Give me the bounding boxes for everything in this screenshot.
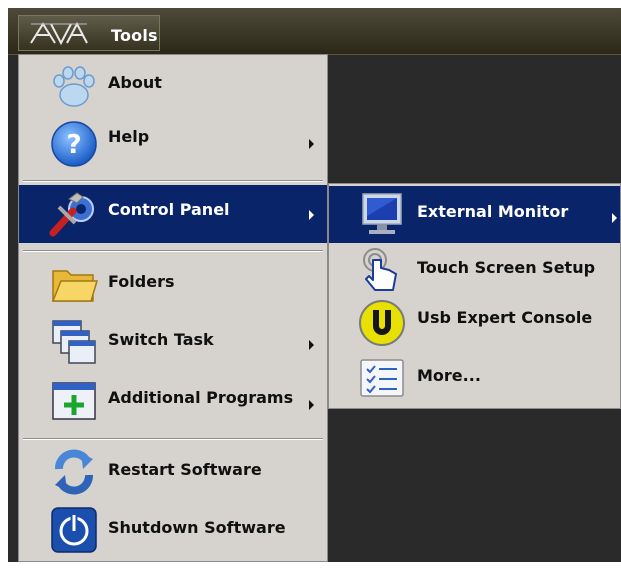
usb-expert-console-label: Usb Expert Console xyxy=(417,308,593,327)
menu-item-switch-task[interactable]: Switch Task xyxy=(19,313,327,371)
add-window-icon xyxy=(52,382,96,420)
menu-item-shutdown-software[interactable]: Shutdown Software xyxy=(19,501,327,557)
more-label: More... xyxy=(417,366,481,385)
folders-label: Folders xyxy=(108,272,175,291)
windows-stack-icon xyxy=(52,320,96,364)
power-icon xyxy=(51,507,97,553)
submenu-arrow-icon xyxy=(309,340,314,350)
menu-separator xyxy=(23,438,323,440)
usb-u-icon xyxy=(359,300,405,346)
submenu-arrow-icon xyxy=(612,213,617,223)
submenu-arrow-icon xyxy=(309,400,314,410)
top-bar: Tools xyxy=(8,8,621,55)
submenu-item-touch-screen-setup[interactable]: Touch Screen Setup xyxy=(329,244,620,296)
menu-item-help[interactable]: ? Help xyxy=(19,115,327,173)
touch-screen-setup-label: Touch Screen Setup xyxy=(417,258,596,277)
submenu-item-more[interactable]: More... xyxy=(329,350,620,406)
tools-label: Tools xyxy=(111,26,158,45)
help-label: Help xyxy=(108,127,150,146)
folder-icon xyxy=(51,270,99,302)
submenu-item-external-monitor[interactable]: External Monitor xyxy=(329,186,620,243)
help-icon: ? xyxy=(51,121,97,167)
shutdown-software-label: Shutdown Software xyxy=(108,518,286,537)
monitor-icon xyxy=(362,193,402,234)
avolites-logo-icon xyxy=(30,21,88,45)
menu-item-control-panel[interactable]: Control Panel xyxy=(19,185,327,243)
switch-task-label: Switch Task xyxy=(108,330,214,349)
restart-software-label: Restart Software xyxy=(108,460,262,479)
tools-dropdown-menu: About ? Help Control Panel Folders Switc… xyxy=(18,54,328,562)
submenu-item-usb-expert-console[interactable]: Usb Expert Console xyxy=(329,296,620,350)
paw-icon xyxy=(53,66,95,107)
svg-text:?: ? xyxy=(66,130,81,160)
touch-hand-icon xyxy=(363,248,397,291)
menu-separator xyxy=(23,180,323,182)
control-panel-submenu: External Monitor Touch Screen Setup Usb … xyxy=(328,183,621,409)
submenu-arrow-icon xyxy=(309,139,314,149)
external-monitor-label: External Monitor xyxy=(417,202,569,221)
checklist-icon xyxy=(360,359,404,397)
menu-item-restart-software[interactable]: Restart Software xyxy=(19,443,327,499)
restart-icon xyxy=(55,449,93,495)
tools-menu-button[interactable]: Tools xyxy=(18,15,160,51)
additional-programs-label: Additional Programs xyxy=(108,388,294,407)
menu-item-additional-programs[interactable]: Additional Programs xyxy=(19,373,327,431)
submenu-arrow-icon xyxy=(309,210,314,220)
menu-item-about[interactable]: About xyxy=(19,59,327,113)
about-label: About xyxy=(108,73,162,92)
control-panel-label: Control Panel xyxy=(108,200,230,219)
wrench-gear-icon xyxy=(49,192,94,237)
menu-item-folders[interactable]: Folders xyxy=(19,255,327,311)
menu-separator xyxy=(23,250,323,252)
